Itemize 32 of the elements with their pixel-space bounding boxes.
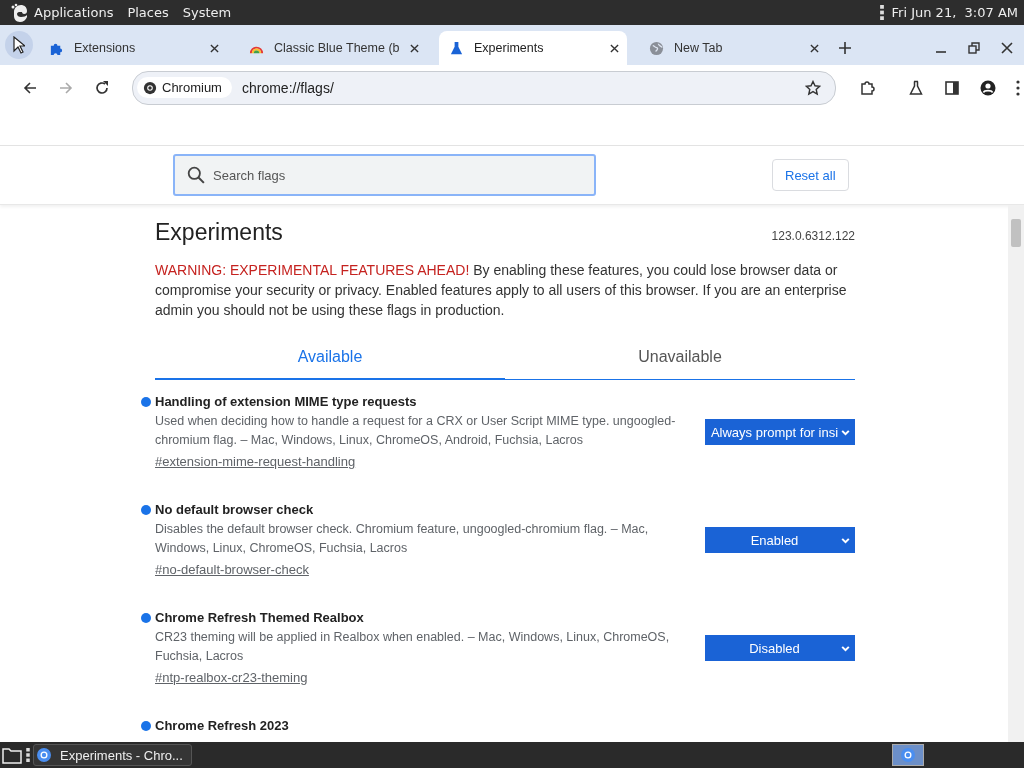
address-bar[interactable]: Chromium chrome://flags/ xyxy=(132,70,836,105)
page-title: Experiments xyxy=(155,219,283,246)
reset-all-button[interactable]: Reset all xyxy=(772,159,849,191)
flag-name: No default browser check xyxy=(155,502,314,517)
warning-text: WARNING: EXPERIMENTAL FEATURES AHEAD! By enabling these features, you could lose browser data or compromise your security or privacy. Enabled features apply to all users of this browser. If you are an enterprise admin you should not be using these flags in production. xyxy=(155,261,848,320)
window-title: Experiments - Chro... xyxy=(60,747,183,763)
flag-name: Chrome Refresh Themed Realbox xyxy=(155,610,364,625)
flag-name: Chrome Refresh 2023 xyxy=(155,718,289,733)
panel-menu[interactable]: Applications xyxy=(34,5,114,20)
browser-tab[interactable]: New Tab xyxy=(639,31,827,65)
page-tab[interactable]: Unavailable xyxy=(505,340,855,379)
browser-tab[interactable]: Experiments xyxy=(439,31,627,65)
version-number: 123.0.6312.122 xyxy=(771,228,855,243)
flag-description: Disables the default browser check. Chromium feature, ungoogled-chromium flag. – Mac, Windows, Linux, ChromeOS, Fuchsia, Lacros xyxy=(155,521,650,557)
panel-menu[interactable]: System xyxy=(182,5,232,20)
flag-name: Handling of extension MIME type requests xyxy=(155,394,417,409)
flag-description: CR23 theming will be applied in Realbox when enabled. – Mac, Windows, Linux, ChromeOS, Fuchsia, Lacros xyxy=(155,629,671,665)
panel-menu[interactable]: Places xyxy=(127,5,169,20)
flag-dropdown[interactable]: Always prompt for insi xyxy=(705,419,855,445)
flag-dropdown[interactable]: Disabled xyxy=(705,635,855,661)
flag-link[interactable]: #ntp-realbox-cr23-theming xyxy=(155,670,308,685)
flag-link[interactable]: #no-default-browser-check xyxy=(155,562,309,577)
search-field[interactable]: Search flags xyxy=(173,154,596,196)
site-chip[interactable]: Chromium xyxy=(137,77,232,98)
browser-tab[interactable]: Classic Blue Theme (b xyxy=(239,31,427,65)
clock[interactable]: Fri Jun 21, 3:07 AM xyxy=(891,5,1018,20)
flag-description: Used when deciding how to handle a request for a CRX or User Script MIME type. ungoogled-chromium flag. – Mac, Windows, Linux, ChromeOS, Android, Fuchsia, Lacros xyxy=(155,413,677,449)
page-tab[interactable]: Available xyxy=(155,340,505,380)
taskbar-window-button[interactable]: Experiments - Chro... xyxy=(33,744,192,766)
flag-dropdown[interactable]: Enabled xyxy=(705,527,855,553)
flag-link[interactable]: #extension-mime-request-handling xyxy=(155,454,356,469)
browser-tab[interactable]: Extensions xyxy=(39,31,227,65)
